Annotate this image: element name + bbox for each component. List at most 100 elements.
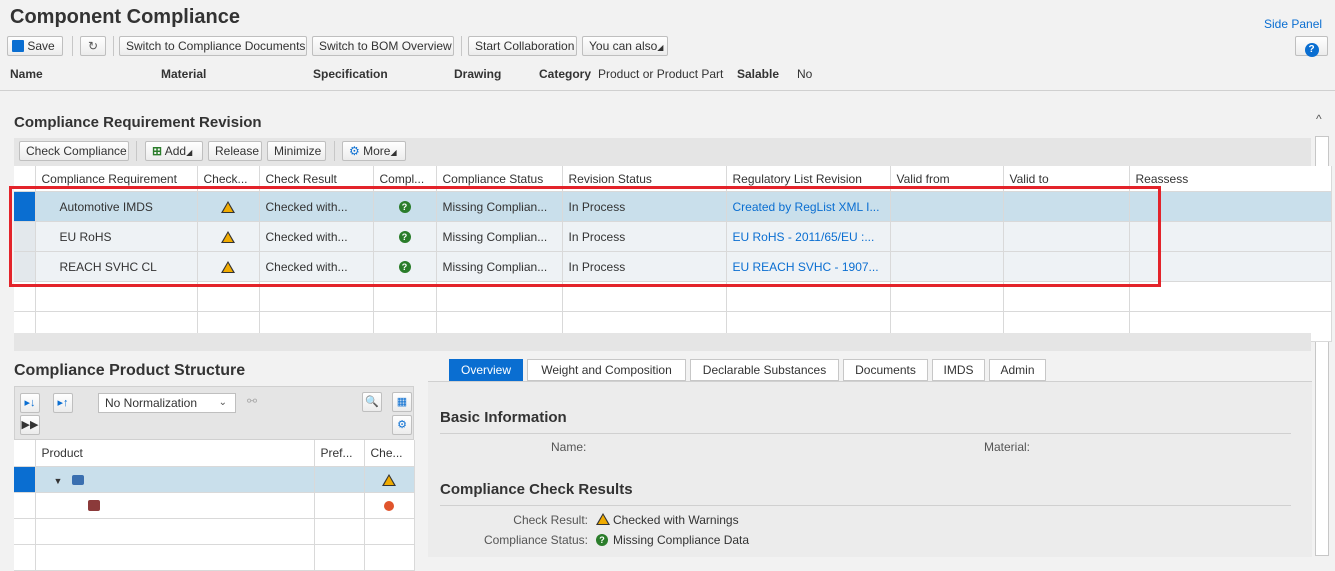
row-selector[interactable]: [14, 191, 36, 222]
row-selector[interactable]: [14, 466, 36, 493]
reassess-cell: [1129, 251, 1332, 282]
column-header[interactable]: Revision Status: [562, 166, 727, 192]
fast-forward-icon: ▶▶: [21, 419, 39, 431]
fast-forward-button[interactable]: ▶▶: [20, 415, 40, 435]
compliance-status-cell: Missing Complian...: [436, 251, 563, 282]
tab-weight-composition[interactable]: Weight and Composition: [527, 359, 686, 381]
scroll-up-icon[interactable]: ^: [1316, 112, 1322, 126]
column-header[interactable]: Valid from: [890, 166, 1004, 192]
table-row[interactable]: Automotive IMDS Checked with... ? Missin…: [14, 191, 1332, 222]
regulatory-list-link[interactable]: Created by RegList XML I...: [726, 191, 891, 222]
you-can-also-label: You can also: [589, 39, 658, 53]
toolbar-separator: [72, 36, 73, 56]
search-button[interactable]: 🔍: [362, 392, 382, 412]
column-header[interactable]: Compliance Status: [436, 166, 563, 192]
table-row[interactable]: EU RoHS Checked with... ? Missing Compli…: [14, 221, 1332, 252]
column-header[interactable]: Product: [35, 440, 315, 467]
side-panel-link[interactable]: Side Panel: [1264, 17, 1322, 31]
specification-label: Specification: [313, 67, 388, 81]
tab-admin[interactable]: Admin: [989, 359, 1046, 381]
name-label: Name: [10, 67, 43, 81]
tab-declarable-substances[interactable]: Declarable Substances: [690, 359, 839, 381]
check-result-cell: Checked with...: [259, 251, 374, 282]
switch-bom-button[interactable]: Switch to BOM Overview: [312, 36, 454, 56]
column-header[interactable]: Reassess: [1129, 166, 1332, 192]
dropdown-icon: ◢: [186, 148, 193, 157]
tab-overview[interactable]: Overview: [449, 359, 523, 381]
switch-compliance-docs-button[interactable]: Switch to Compliance Documents: [119, 36, 307, 56]
refresh-button[interactable]: ↻: [80, 36, 106, 56]
row-selector[interactable]: [14, 251, 36, 282]
check-ok-icon: ?: [398, 231, 411, 244]
add-button[interactable]: ⊞ Add◢: [145, 141, 203, 161]
check-result-label: Check Result:: [513, 513, 588, 527]
regulatory-list-link[interactable]: EU REACH SVHC - 1907...: [726, 251, 891, 282]
compliance-status-cell: Missing Complian...: [436, 191, 563, 222]
requirement-cell: EU RoHS: [35, 221, 198, 252]
row-selector[interactable]: [14, 221, 36, 252]
reassess-cell: [1129, 221, 1332, 252]
material-label: Material: [161, 67, 207, 81]
warning-icon: [382, 474, 396, 487]
requirement-section-title: Compliance Requirement Revision: [14, 114, 262, 131]
export-button[interactable]: ▦: [392, 392, 412, 412]
page-title: Component Compliance: [10, 6, 241, 28]
more-icon: ⚙: [349, 144, 360, 158]
release-button[interactable]: Release: [208, 141, 262, 161]
minimize-button[interactable]: Minimize: [267, 141, 326, 161]
revision-status-cell: In Process: [562, 251, 727, 282]
check-ok-icon: ?: [398, 201, 411, 214]
section-divider: [440, 433, 1291, 434]
table-row[interactable]: REACH SVHC CL Checked with... ? Missing …: [14, 251, 1332, 282]
tab-documents[interactable]: Documents: [843, 359, 928, 381]
table-header-row: Compliance Requirement Check... Check Re…: [14, 166, 1332, 192]
warning-icon: [221, 201, 235, 214]
category-label: Category: [539, 67, 592, 81]
normalization-select[interactable]: No Normalization ⌄: [98, 393, 236, 413]
product-icon: [71, 474, 84, 485]
expand-up-button[interactable]: ▸↑: [53, 393, 73, 413]
empty-row[interactable]: [14, 544, 415, 571]
revision-status-cell: In Process: [562, 191, 727, 222]
tree-row[interactable]: ▼: [14, 466, 415, 493]
settings-button[interactable]: ⚙: [392, 415, 412, 435]
column-header[interactable]: Che...: [364, 440, 415, 467]
column-header[interactable]: Compl...: [373, 166, 437, 192]
help-button[interactable]: ?: [1295, 36, 1328, 57]
link-icon[interactable]: ⚯: [247, 394, 257, 408]
tree-row[interactable]: [14, 492, 415, 519]
check-compliance-button[interactable]: Check Compliance: [19, 141, 129, 161]
basic-information-title: Basic Information: [440, 409, 567, 426]
tab-imds[interactable]: IMDS: [932, 359, 985, 381]
selector-header[interactable]: [14, 166, 36, 192]
name-field-label: Name:: [551, 440, 587, 454]
compliance-status-label: Compliance Status:: [483, 533, 588, 547]
material-field-label: Material:: [984, 440, 1031, 454]
save-label: Save: [27, 39, 55, 53]
you-can-also-button[interactable]: You can also◢: [582, 36, 668, 56]
selector-header[interactable]: [14, 440, 36, 467]
regulatory-list-link[interactable]: EU RoHS - 2011/65/EU :...: [726, 221, 891, 252]
expand-down-button[interactable]: ▸↓: [20, 393, 40, 413]
column-header[interactable]: Check...: [197, 166, 260, 192]
column-header[interactable]: Check Result: [259, 166, 374, 192]
save-button[interactable]: Save: [7, 36, 63, 56]
valid-to-cell: [1003, 251, 1130, 282]
empty-row[interactable]: [14, 281, 1332, 312]
column-header[interactable]: Pref...: [314, 440, 365, 467]
requirement-table: Compliance Requirement Check... Check Re…: [14, 166, 1332, 342]
more-label: More: [363, 144, 391, 158]
row-selector[interactable]: [14, 492, 36, 519]
valid-to-cell: [1003, 191, 1130, 222]
column-header[interactable]: Regulatory List Revision: [726, 166, 891, 192]
column-header[interactable]: Valid to: [1003, 166, 1130, 192]
requirement-cell: Automotive IMDS: [35, 191, 198, 222]
expand-arrow-icon[interactable]: ▼: [54, 476, 63, 486]
empty-row[interactable]: [14, 518, 415, 545]
chevron-down-icon: ⌄: [218, 397, 227, 408]
start-collaboration-button[interactable]: Start Collaboration: [468, 36, 577, 56]
warning-icon: [221, 261, 235, 274]
check-result-value: Checked with Warnings: [613, 513, 739, 527]
more-button[interactable]: ⚙ More◢: [342, 141, 406, 161]
column-header[interactable]: Compliance Requirement: [35, 166, 198, 192]
